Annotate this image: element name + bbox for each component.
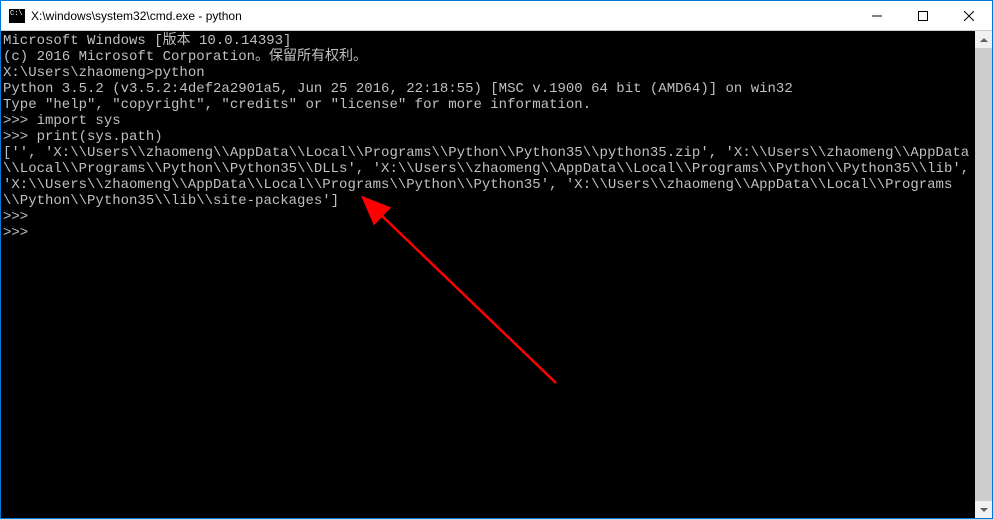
terminal-output[interactable]: Microsoft Windows [版本 10.0.14393](c) 201… [1, 31, 975, 518]
terminal-container: Microsoft Windows [版本 10.0.14393](c) 201… [1, 31, 992, 518]
terminal-line: >>> print(sys.path) [3, 129, 975, 145]
terminal-line: >>> import sys [3, 113, 975, 129]
terminal-line: Type "help", "copyright", "credits" or "… [3, 97, 975, 113]
terminal-line: (c) 2016 Microsoft Corporation。保留所有权利。 [3, 49, 975, 65]
minimize-button[interactable] [854, 1, 900, 30]
vertical-scrollbar[interactable] [975, 31, 992, 518]
scroll-down-button[interactable] [975, 501, 992, 518]
close-icon [964, 11, 974, 21]
terminal-line: X:\Users\zhaomeng>python [3, 65, 975, 81]
terminal-line: ['', 'X:\\Users\\zhaomeng\\AppData\\Loca… [3, 145, 975, 209]
cmd-window: X:\windows\system32\cmd.exe - python Mic… [0, 0, 993, 519]
chevron-down-icon [980, 508, 988, 512]
scrollbar-thumb[interactable] [975, 48, 992, 501]
scroll-up-button[interactable] [975, 31, 992, 48]
terminal-line: >>> [3, 209, 975, 225]
close-button[interactable] [946, 1, 992, 30]
window-controls [854, 1, 992, 30]
maximize-button[interactable] [900, 1, 946, 30]
terminal-line: >>> [3, 225, 975, 241]
window-title: X:\windows\system32\cmd.exe - python [31, 9, 854, 23]
chevron-up-icon [980, 38, 988, 42]
maximize-icon [918, 11, 928, 21]
titlebar[interactable]: X:\windows\system32\cmd.exe - python [1, 1, 992, 31]
scrollbar-track[interactable] [975, 48, 992, 501]
terminal-line: Python 3.5.2 (v3.5.2:4def2a2901a5, Jun 2… [3, 81, 975, 97]
cmd-icon [9, 9, 25, 23]
terminal-line: Microsoft Windows [版本 10.0.14393] [3, 33, 975, 49]
minimize-icon [872, 11, 882, 21]
